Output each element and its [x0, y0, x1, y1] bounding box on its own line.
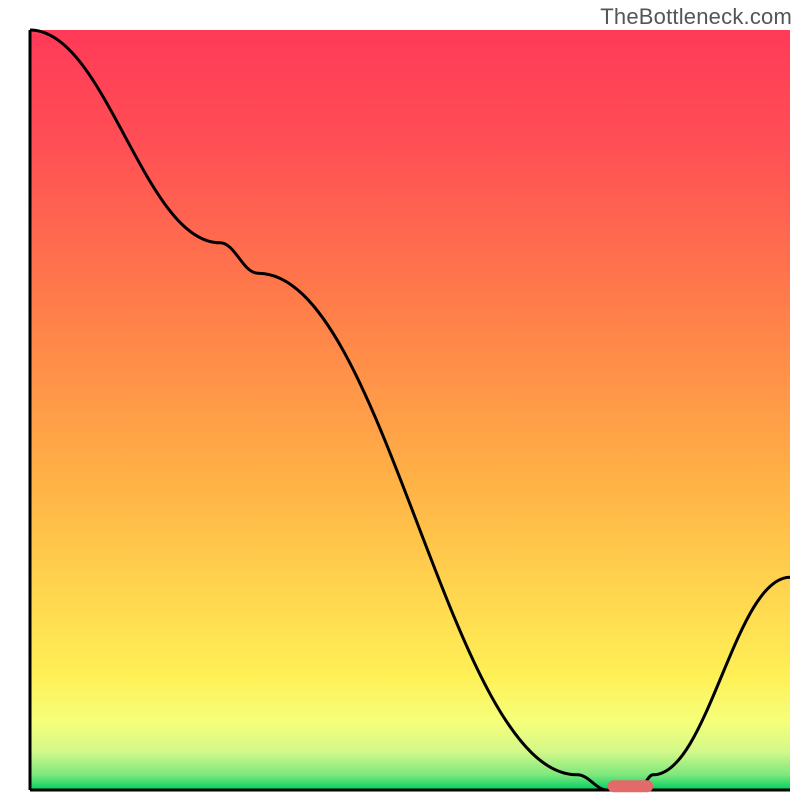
plot-background	[30, 30, 790, 790]
watermark-text: TheBottleneck.com	[600, 4, 792, 30]
accent-marker	[608, 780, 654, 792]
bottleneck-chart	[0, 0, 800, 800]
chart-container: TheBottleneck.com	[0, 0, 800, 800]
